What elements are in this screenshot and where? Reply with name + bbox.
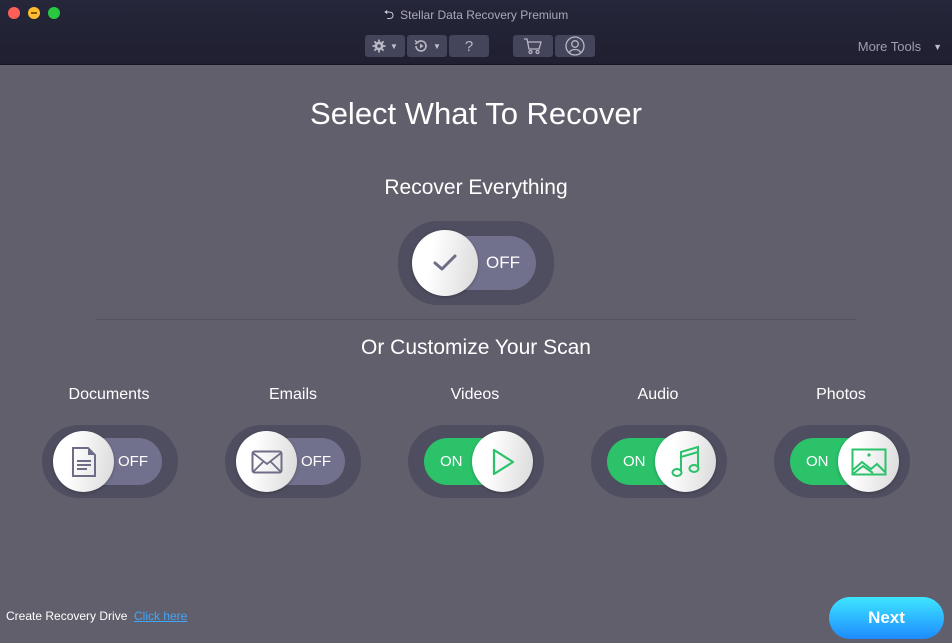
toolbar: ▼ ▼ ? <box>365 35 595 57</box>
cart-icon <box>524 38 542 55</box>
more-tools-label: More Tools <box>857 39 922 54</box>
settings-button[interactable]: ▼ <box>365 35 405 57</box>
toggle-knob[interactable] <box>412 230 478 296</box>
play-icon <box>492 448 514 475</box>
cart-button[interactable] <box>513 35 553 57</box>
documents-toggle[interactable]: OFF <box>42 425 178 498</box>
recover-everything-toggle[interactable]: OFF <box>398 221 554 305</box>
toggle-state-label: OFF <box>301 453 331 470</box>
title-bar: ⮌ Stellar Data Recovery Premium ▼ ▼ ? Mo… <box>0 0 952 65</box>
window-title-text: Stellar Data Recovery Premium <box>400 8 569 22</box>
page-title: Select What To Recover <box>310 96 642 131</box>
toggle-state-label: ON <box>440 453 463 470</box>
chevron-down-icon: ▼ <box>433 41 441 51</box>
toggle-knob[interactable] <box>53 431 114 492</box>
recover-everything-label: Recover Everything <box>384 176 568 199</box>
section-divider <box>96 319 856 320</box>
toggle-knob[interactable] <box>838 431 899 492</box>
image-icon <box>851 448 886 475</box>
chevron-down-icon: ▼ <box>390 41 398 51</box>
back-arrow-icon: ⮌ <box>383 7 395 22</box>
customize-scan-label: Or Customize Your Scan <box>361 336 591 359</box>
window-title: ⮌ Stellar Data Recovery Premium <box>0 6 952 28</box>
account-button[interactable] <box>555 35 595 57</box>
toggle-state-label: OFF <box>118 453 148 470</box>
category-label-photos: Photos <box>816 386 866 403</box>
toggle-knob[interactable] <box>236 431 297 492</box>
check-icon <box>433 254 457 271</box>
toggle-state-label: ON <box>623 453 646 470</box>
photos-toggle[interactable]: ON <box>774 425 910 498</box>
category-label-videos: Videos <box>450 386 500 403</box>
category-label-audio: Audio <box>637 386 679 403</box>
more-tools-menu[interactable]: More Tools ▼ <box>858 39 942 54</box>
document-icon <box>71 446 96 477</box>
history-icon <box>414 39 427 52</box>
audio-toggle[interactable]: ON <box>591 425 727 498</box>
question-icon: ? <box>464 37 474 55</box>
gear-icon <box>372 39 386 53</box>
category-label-documents: Documents <box>68 386 150 403</box>
toggle-knob[interactable] <box>655 431 716 492</box>
toggle-state-label: OFF <box>486 253 520 272</box>
envelope-icon <box>251 450 282 473</box>
chevron-down-icon: ▼ <box>933 41 942 52</box>
category-label-emails: Emails <box>268 386 317 403</box>
create-recovery-drive-label: Create Recovery Drive <box>6 609 128 623</box>
create-recovery-drive-link[interactable]: Click here <box>134 609 187 623</box>
music-note-icon <box>671 445 699 477</box>
toggle-state-label: ON <box>806 453 829 470</box>
videos-toggle[interactable]: ON <box>408 425 544 498</box>
toggle-knob[interactable] <box>472 431 533 492</box>
user-icon <box>565 36 585 56</box>
next-button[interactable]: Next <box>829 597 944 639</box>
help-button[interactable]: ? <box>449 35 489 57</box>
history-button[interactable]: ▼ <box>407 35 447 57</box>
emails-toggle[interactable]: OFF <box>225 425 361 498</box>
